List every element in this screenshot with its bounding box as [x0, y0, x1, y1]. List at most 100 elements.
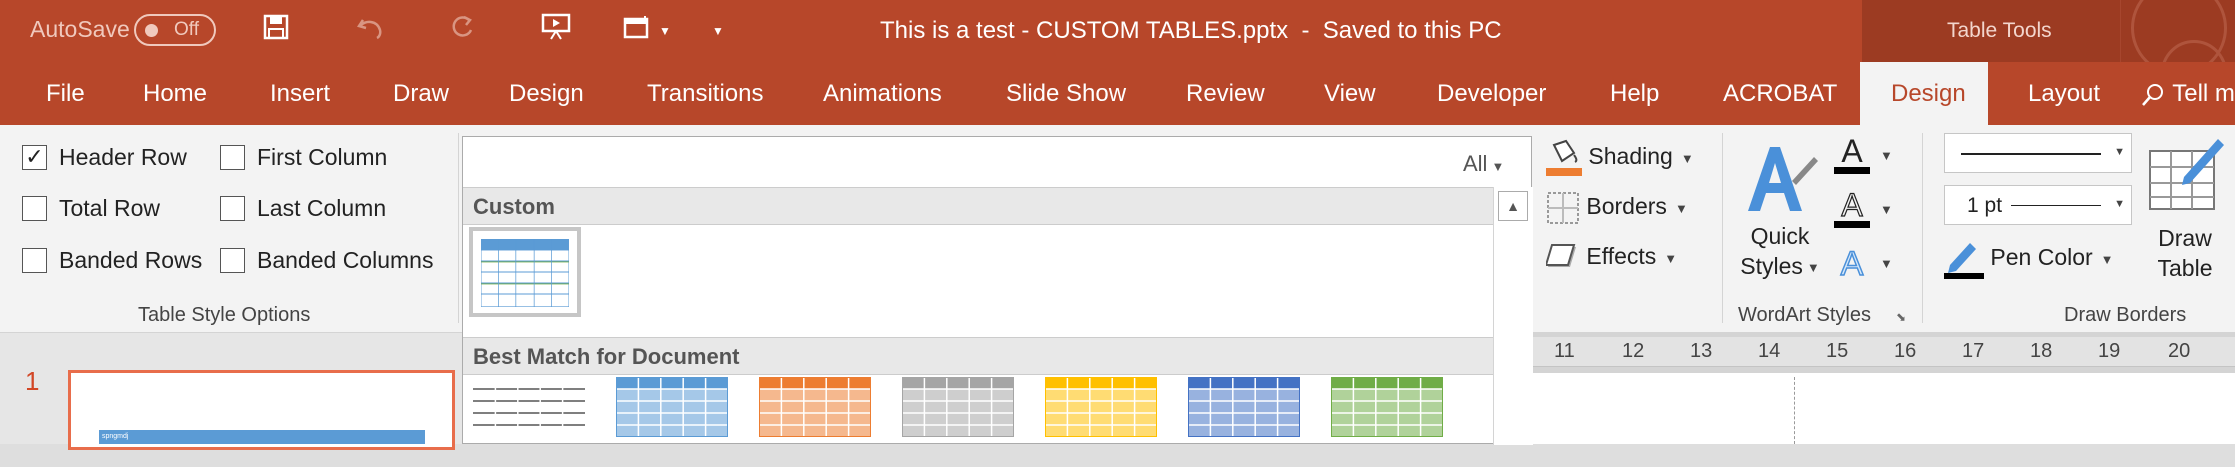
table-style-preview	[759, 377, 871, 437]
tab-transitions[interactable]: Transitions	[647, 80, 763, 108]
tab-view[interactable]: View	[1324, 80, 1376, 108]
effects-label: Effects	[1586, 243, 1657, 270]
draw-table-button[interactable]: Draw Table	[2144, 133, 2226, 303]
svg-text:A: A	[1841, 135, 1863, 169]
present-from-start-icon[interactable]	[536, 12, 576, 50]
table-style-preview	[616, 377, 728, 437]
gallery-filter-dropdown[interactable]: All ▼	[1463, 151, 1504, 177]
quick-styles-label-1: Quick	[1750, 223, 1810, 249]
slide-thumbnail[interactable]: spngmdj	[68, 370, 455, 450]
tab-insert[interactable]: Insert	[270, 80, 330, 108]
header-row-label: Header Row	[59, 144, 187, 170]
undo-icon[interactable]	[350, 12, 390, 50]
table-tools-label: Table Tools	[1947, 19, 2052, 42]
tab-help[interactable]: Help	[1610, 80, 1659, 108]
table-style-thumbnail[interactable]	[902, 377, 1014, 467]
chevron-down-icon: ▼	[1491, 159, 1505, 174]
tab-slide-show[interactable]: Slide Show	[1006, 80, 1126, 108]
ruler-number: 14	[1758, 340, 1781, 362]
tab-review[interactable]: Review	[1186, 80, 1265, 108]
table-style-thumbnail[interactable]	[1331, 377, 1443, 467]
text-fill-icon: A	[1834, 135, 1870, 174]
redo-icon[interactable]	[442, 12, 482, 50]
last-column-checkbox[interactable]: Last Column	[220, 195, 386, 221]
pen-color-label: Pen Color	[1990, 244, 2093, 271]
section-header-custom: Custom	[463, 187, 1493, 225]
section-header-best-match: Best Match for Document	[463, 337, 1493, 375]
ruler-number: 12	[1622, 340, 1645, 362]
tab-draw[interactable]: Draw	[393, 80, 449, 108]
ruler-number: 13	[1690, 340, 1713, 362]
chevron-down-icon: ▼	[1880, 255, 1893, 271]
checkbox-icon	[22, 248, 47, 273]
paint-bucket-icon	[1546, 139, 1582, 176]
tab-home[interactable]: Home	[143, 80, 207, 108]
chevron-down-icon: ▼	[2114, 146, 2125, 158]
chevron-down-icon: ▼	[1680, 150, 1694, 166]
draw-table-icon	[2149, 139, 2224, 210]
draw-table-label-1: Draw	[2158, 225, 2212, 251]
pen-weight-value: 1 pt	[1967, 194, 2003, 217]
wordart-styles-group-label: WordArt Styles	[1738, 304, 1871, 326]
tell-me-search[interactable]: Tell m	[2140, 80, 2235, 108]
text-effects-icon: A	[1840, 244, 1865, 283]
effects-button[interactable]: Effects ▼	[1546, 243, 1677, 273]
text-outline-button[interactable]: A ▼	[1832, 189, 1893, 229]
tab-animations[interactable]: Animations	[823, 80, 942, 108]
tab-table-layout[interactable]: Layout	[2028, 80, 2100, 108]
scroll-up-arrow-icon[interactable]: ▲	[1498, 191, 1528, 221]
shading-button[interactable]: Shading ▼	[1546, 139, 1694, 177]
draw-borders-group-label: Draw Borders	[2064, 304, 2187, 326]
first-column-checkbox[interactable]: First Column	[220, 144, 387, 170]
tab-acrobat[interactable]: ACROBAT	[1723, 80, 1837, 108]
total-row-checkbox[interactable]: Total Row	[22, 195, 160, 221]
slide-canvas[interactable]	[1532, 373, 2235, 444]
quick-styles-icon	[1748, 147, 1818, 211]
pen-weight-dropdown[interactable]: 1 pt ▼	[1944, 185, 2132, 225]
custom-table-style[interactable]	[469, 227, 581, 317]
title-bar: AutoSave Off ▼ ▼ This is a test - CUSTOM…	[0, 0, 2235, 125]
gallery-scrollbar[interactable]: ▲	[1493, 187, 1533, 445]
table-style-thumbnail[interactable]	[616, 377, 728, 467]
header-row-checkbox[interactable]: ✓ Header Row	[22, 144, 187, 170]
table-style-thumbnail[interactable]	[473, 377, 585, 467]
tab-file[interactable]: File	[46, 80, 85, 108]
text-fill-button[interactable]: A ▼	[1832, 135, 1893, 175]
table-style-thumbnail[interactable]	[1188, 377, 1300, 467]
table-style-thumbnail[interactable]	[1045, 377, 1157, 467]
text-outline-icon: A	[1834, 189, 1870, 228]
customize-qat-icon[interactable]: ▼	[700, 12, 736, 50]
guide-line	[1794, 377, 1795, 444]
text-effects-button[interactable]: A ▼	[1832, 243, 1893, 283]
pen-style-line	[1961, 153, 2101, 155]
total-row-label: Total Row	[59, 195, 160, 221]
dialog-launcher-icon[interactable]: ⬊	[1896, 310, 1906, 324]
svg-text:A: A	[1841, 189, 1863, 223]
pen-style-dropdown[interactable]: ▼	[1944, 133, 2132, 173]
banded-rows-checkbox[interactable]: Banded Rows	[22, 247, 202, 273]
dropdown-arrow-icon[interactable]: ▼	[650, 12, 680, 50]
pen-weight-line	[2011, 205, 2101, 206]
table-style-thumbnail[interactable]	[759, 377, 871, 467]
first-column-label: First Column	[257, 144, 388, 170]
pen-icon	[1944, 243, 1984, 279]
group-divider	[458, 133, 459, 323]
autosave-label: AutoSave	[30, 16, 130, 42]
ribbon-tabs: File Home Insert Draw Design Transitions…	[0, 62, 2235, 125]
save-icon[interactable]	[256, 12, 296, 50]
autosave-toggle[interactable]: Off	[134, 14, 216, 46]
last-column-label: Last Column	[257, 195, 387, 221]
checkbox-icon	[220, 248, 245, 273]
tab-design[interactable]: Design	[509, 80, 584, 108]
tab-table-design[interactable]: Design	[1891, 80, 1966, 108]
ruler-number: 16	[1894, 340, 1917, 362]
ruler-number: 18	[2030, 340, 2053, 362]
checkbox-icon	[22, 196, 47, 221]
borders-button[interactable]: Borders ▼	[1546, 191, 1688, 225]
horizontal-ruler: 11 12 13 14 15 16 17 18 19 20	[1532, 337, 2235, 367]
banded-columns-checkbox[interactable]: Banded Columns	[220, 247, 433, 273]
checkbox-icon	[220, 196, 245, 221]
tab-developer[interactable]: Developer	[1437, 80, 1546, 108]
pen-color-button[interactable]: Pen Color ▼	[1944, 239, 2114, 279]
quick-styles-button[interactable]: Quick Styles ▼	[1740, 139, 1820, 309]
